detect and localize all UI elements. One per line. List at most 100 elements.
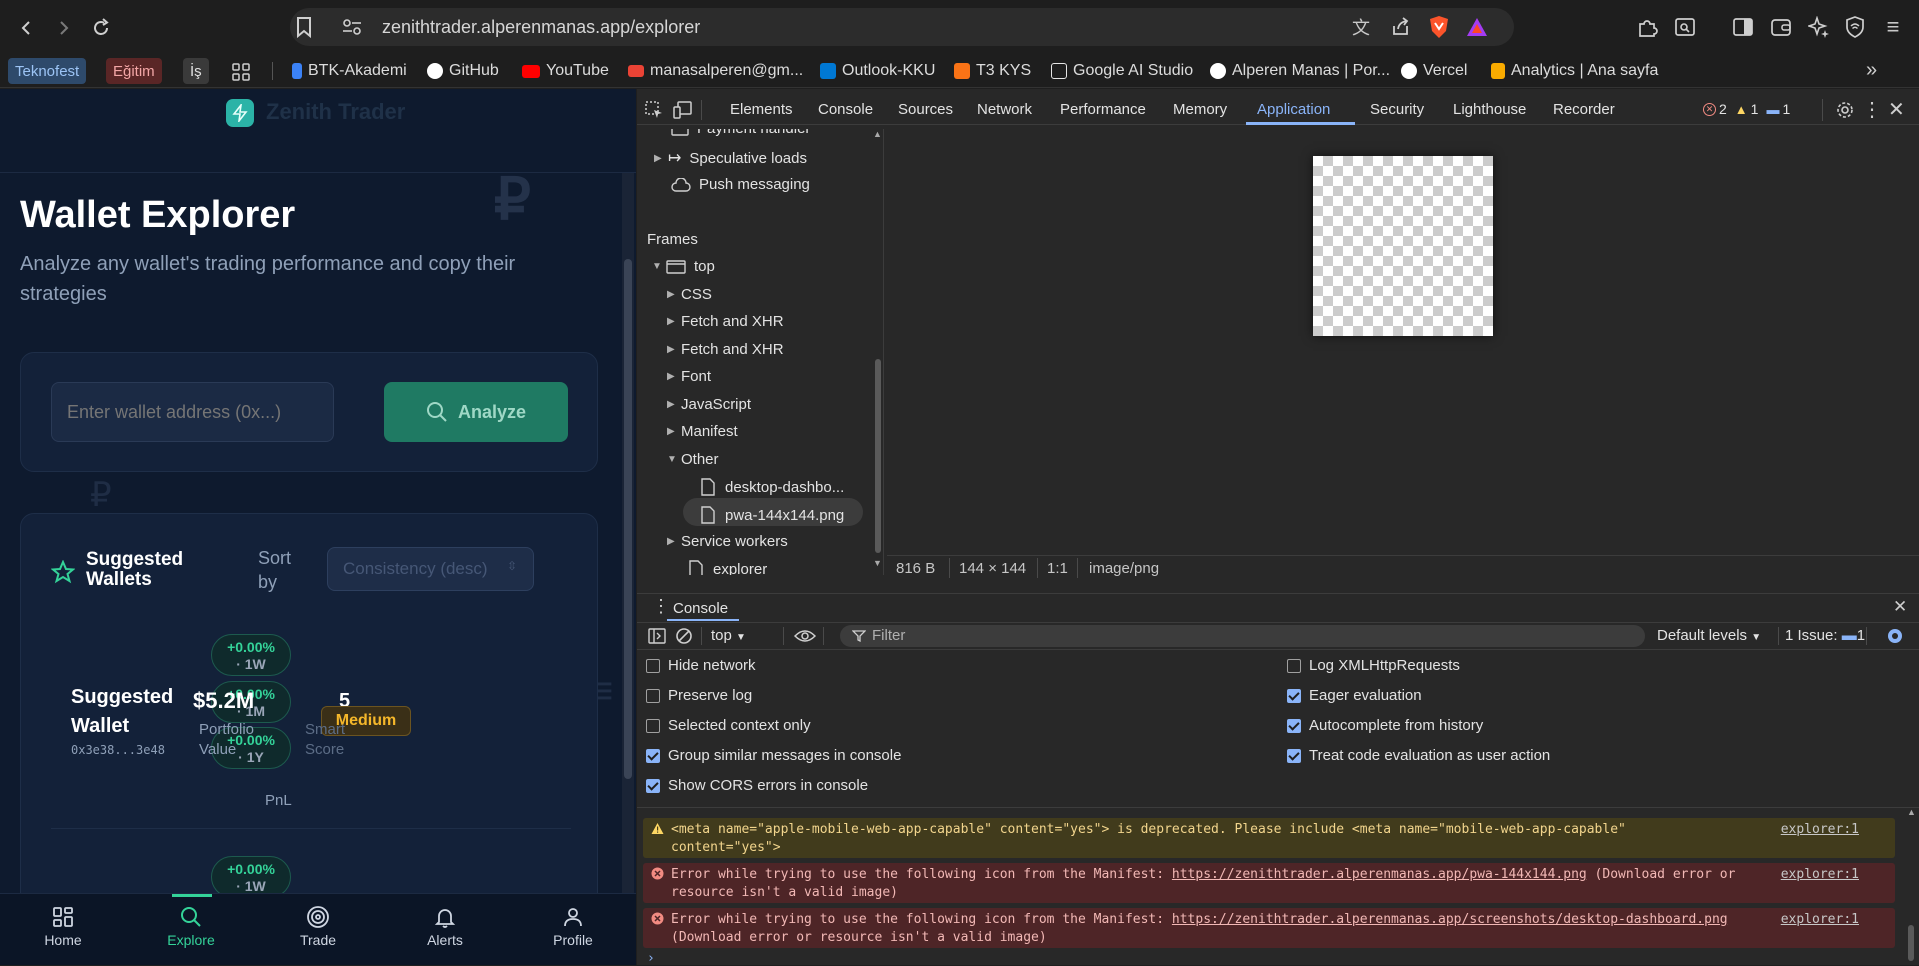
tree-item-manifest[interactable]: ▶ Manifest	[667, 423, 738, 440]
bookmark-outlook[interactable]: Outlook-KKU	[820, 59, 935, 83]
sidebar-icon[interactable]	[1730, 14, 1756, 40]
tab-lighthouse[interactable]: Lighthouse	[1453, 101, 1526, 118]
scroll-up-icon[interactable]: ▲	[1907, 807, 1916, 817]
message-source-link[interactable]: explorer:1	[1781, 911, 1859, 929]
live-expression-eye-icon[interactable]	[794, 629, 816, 643]
tree-item-fetch-xhr[interactable]: ▶ Fetch and XHR	[667, 341, 784, 358]
bookmark-youtube[interactable]: YouTube	[522, 59, 609, 83]
apps-grid-icon[interactable]	[232, 63, 250, 81]
forward-button[interactable]	[50, 15, 76, 41]
nav-alerts[interactable]: Alerts	[395, 902, 495, 948]
bookmark-portfolio[interactable]: Alperen Manas | Por...	[1210, 59, 1390, 83]
bookmark-t3-kys[interactable]: T3 KYS	[954, 59, 1031, 83]
checkbox[interactable]	[1287, 718, 1301, 733]
wallet-address-input[interactable]	[51, 382, 334, 442]
scrollbar-thumb[interactable]	[1908, 925, 1914, 961]
tab-elements[interactable]: Elements	[730, 101, 793, 118]
tree-item-desktop-dashboard[interactable]: desktop-dashbo...	[701, 478, 844, 496]
close-drawer-icon[interactable]: ✕	[1893, 597, 1907, 617]
sidebar-toggle-icon[interactable]	[648, 628, 666, 644]
tree-item-payment-handler[interactable]: Payment handler	[671, 129, 810, 137]
nav-trade[interactable]: Trade	[268, 902, 368, 948]
menu-icon[interactable]: ≡	[1880, 14, 1906, 40]
message-url-link[interactable]: https://zenithtrader.alperenmanas.app/pw…	[1172, 867, 1587, 882]
tab-recorder[interactable]: Recorder	[1553, 101, 1615, 118]
tab-performance[interactable]: Performance	[1060, 101, 1146, 118]
nav-home[interactable]: Home	[13, 902, 113, 948]
bookmark-folder-is[interactable]: İş	[183, 58, 209, 84]
option-autocomplete-history[interactable]: Autocomplete from history	[1287, 717, 1483, 734]
drawer-tab-console[interactable]: Console	[673, 600, 728, 617]
bookmark-gmail[interactable]: manasalperen@gm...	[628, 59, 803, 83]
share-icon[interactable]	[1388, 14, 1414, 40]
message-source-link[interactable]: explorer:1	[1781, 866, 1859, 884]
tab-console[interactable]: Console	[818, 101, 873, 118]
bookmark-vercel[interactable]: Vercel	[1401, 59, 1467, 83]
tree-item-other[interactable]: ▼ Other	[667, 451, 719, 468]
console-settings-gear-icon[interactable]	[1885, 626, 1905, 646]
device-toolbar-icon[interactable]	[673, 101, 693, 119]
message-source-link[interactable]: explorer:1	[1781, 821, 1859, 839]
console-error-message[interactable]: Error while trying to use the following …	[643, 908, 1895, 948]
inspect-element-icon[interactable]	[645, 101, 663, 119]
address-bar[interactable]: zenithtrader.alperenmanas.app/explorer 文	[290, 8, 1514, 46]
nav-explore[interactable]: Explore	[141, 902, 241, 948]
drawer-menu-icon[interactable]: ⋮	[652, 596, 670, 617]
scrollbar-thumb[interactable]	[624, 259, 632, 779]
tree-item-speculative-loads[interactable]: ▶ ↦ Speculative loads	[654, 148, 807, 168]
option-preserve-log[interactable]: Preserve log	[646, 687, 752, 704]
option-log-xhr[interactable]: Log XMLHttpRequests	[1287, 657, 1460, 674]
log-levels-dropdown[interactable]: Default levels ▼	[1657, 627, 1761, 644]
option-hide-network[interactable]: Hide network	[646, 657, 756, 674]
app-scrollbar[interactable]	[622, 173, 634, 893]
wallet-name[interactable]: Suggested Wallet	[71, 683, 191, 741]
scrollbar-thumb[interactable]	[875, 359, 881, 553]
checkbox[interactable]	[646, 778, 660, 793]
tree-item-explorer[interactable]: explorer	[689, 560, 767, 575]
tree-item-font[interactable]: ▶ Font	[667, 368, 711, 385]
more-options-icon[interactable]: ⋮	[1862, 97, 1882, 122]
message-url-link[interactable]: https://zenithtrader.alperenmanas.app/sc…	[1172, 912, 1728, 927]
analyze-button[interactable]: Analyze	[384, 382, 568, 442]
tab-network[interactable]: Network	[977, 101, 1032, 118]
tree-item-service-workers[interactable]: ▶ Service workers	[667, 533, 788, 550]
more-bookmarks-icon[interactable]: »	[1866, 59, 1877, 82]
tab-application[interactable]: Application	[1257, 101, 1330, 118]
reading-list-icon[interactable]	[1672, 14, 1698, 40]
tab-memory[interactable]: Memory	[1173, 101, 1227, 118]
tab-sources[interactable]: Sources	[898, 101, 953, 118]
bookmark-github[interactable]: GitHub	[427, 59, 499, 83]
brave-shields-icon[interactable]	[1426, 14, 1452, 40]
console-prompt-icon[interactable]: ›	[647, 951, 655, 966]
tree-item-javascript[interactable]: ▶ JavaScript	[667, 396, 751, 413]
wallet-icon[interactable]	[1768, 14, 1794, 40]
checkbox[interactable]	[646, 718, 660, 733]
settings-gear-icon[interactable]	[1835, 100, 1855, 120]
leo-ai-icon[interactable]	[1806, 14, 1832, 40]
checkbox[interactable]	[646, 658, 660, 673]
issues-counter[interactable]: 1 Issue: ▬1	[1785, 627, 1865, 644]
bookmark-folder-teknofest[interactable]: Teknofest	[8, 58, 87, 84]
option-eager-evaluation[interactable]: Eager evaluation	[1287, 687, 1422, 704]
tree-item-fetch-xhr[interactable]: ▶ Fetch and XHR	[667, 313, 784, 330]
sidebar-scrollbar[interactable]: ▲ ▼	[873, 129, 883, 569]
clear-console-icon[interactable]	[675, 627, 693, 645]
bookmark-btk-akademi[interactable]: BTK-Akademi	[292, 59, 407, 83]
bookmark-folder-egitim[interactable]: Eğitim	[106, 58, 162, 84]
context-selector[interactable]: top ▼	[711, 627, 746, 644]
tree-item-push-messaging[interactable]: Push messaging	[671, 176, 810, 193]
option-treat-code-eval[interactable]: Treat code evaluation as user action	[1287, 747, 1550, 764]
option-selected-context-only[interactable]: Selected context only	[646, 717, 811, 734]
nav-profile[interactable]: Profile	[523, 902, 623, 948]
sort-select[interactable]: Consistency (desc) ⇳	[327, 547, 534, 591]
brave-rewards-icon[interactable]	[1464, 14, 1490, 40]
close-devtools-icon[interactable]: ✕	[1888, 97, 1905, 122]
url-text[interactable]: zenithtrader.alperenmanas.app/explorer	[382, 17, 700, 38]
checkbox[interactable]	[1287, 688, 1301, 703]
console-filter-input[interactable]: Filter	[840, 625, 1645, 647]
issue-counters[interactable]: ✕ 2 ▲ 1 ▬ 1	[1703, 101, 1790, 117]
translate-icon[interactable]: 文	[1348, 14, 1374, 40]
tree-item-css[interactable]: ▶ CSS	[667, 286, 712, 303]
bookmark-analytics[interactable]: Analytics | Ana sayfa	[1491, 59, 1658, 83]
vpn-icon[interactable]	[1842, 14, 1868, 40]
